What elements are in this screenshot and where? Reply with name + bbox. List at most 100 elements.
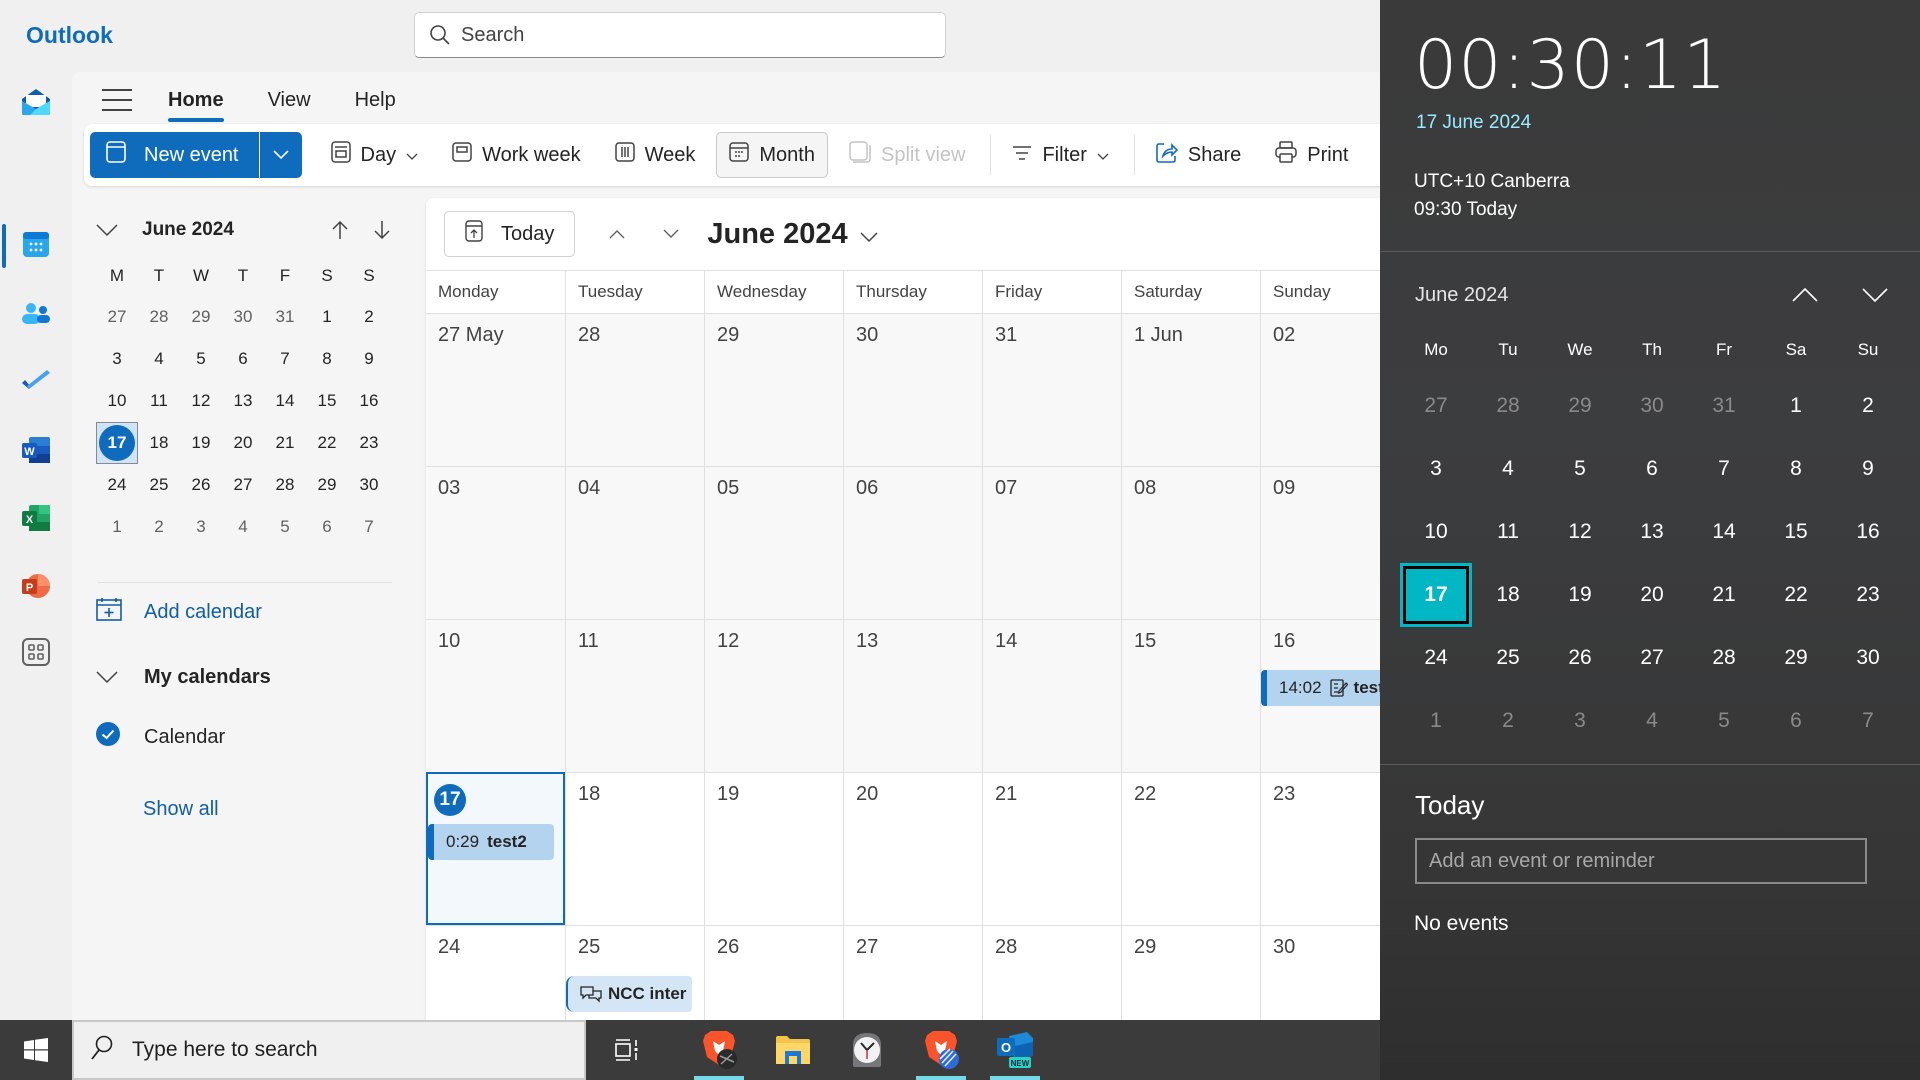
flyout-calendar-day[interactable]: 26: [1544, 626, 1616, 689]
powerpoint-app-icon[interactable]: P: [18, 568, 54, 604]
mini-calendar-day[interactable]: 8: [306, 338, 348, 380]
mini-calendar-day[interactable]: 2: [138, 506, 180, 548]
day-cell[interactable]: 20: [843, 772, 982, 925]
day-cell[interactable]: 1 Jun: [1121, 313, 1260, 466]
flyout-calendar-day[interactable]: 2: [1832, 374, 1904, 437]
day-cell[interactable]: 12: [704, 619, 843, 772]
day-cell[interactable]: 30: [1260, 925, 1386, 1020]
mini-calendar-day[interactable]: 16: [348, 380, 390, 422]
flyout-calendar-day[interactable]: 30: [1616, 374, 1688, 437]
day-cell[interactable]: 04: [565, 466, 704, 619]
day-cell[interactable]: 27 May: [426, 313, 565, 466]
flyout-calendar-day[interactable]: 20: [1616, 563, 1688, 626]
day-cell[interactable]: 14: [982, 619, 1121, 772]
flyout-calendar-day[interactable]: 1: [1400, 689, 1472, 752]
day-cell[interactable]: 24: [426, 925, 565, 1020]
add-calendar-link[interactable]: Add calendar: [96, 594, 262, 630]
taskbar-app-alarms-clock[interactable]: [836, 1020, 898, 1080]
day-cell[interactable]: 16 14:02 test: [1260, 619, 1386, 772]
day-cell[interactable]: 30: [843, 313, 982, 466]
day-cell[interactable]: 11: [565, 619, 704, 772]
taskbar-app-brave[interactable]: [688, 1020, 750, 1080]
show-all-link[interactable]: Show all: [143, 798, 219, 821]
day-cell[interactable]: 26: [704, 925, 843, 1020]
flyout-calendar-day[interactable]: 21: [1688, 563, 1760, 626]
day-cell[interactable]: 18: [565, 772, 704, 925]
week-view-button[interactable]: Week: [602, 132, 709, 178]
mini-calendar-day[interactable]: 7: [264, 338, 306, 380]
day-cell[interactable]: 22: [1121, 772, 1260, 925]
mini-calendar-day[interactable]: 19: [180, 422, 222, 464]
day-cell[interactable]: 21: [982, 772, 1121, 925]
flyout-calendar-day[interactable]: 18: [1472, 563, 1544, 626]
day-cell[interactable]: 31: [982, 313, 1121, 466]
day-cell[interactable]: 15: [1121, 619, 1260, 772]
task-view-button[interactable]: [596, 1020, 658, 1080]
day-cell[interactable]: 08: [1121, 466, 1260, 619]
my-calendars-header[interactable]: My calendars: [96, 666, 271, 689]
taskbar-app-outlook-new[interactable]: O NEW: [984, 1020, 1046, 1080]
previous-month-arrow-icon[interactable]: [326, 216, 354, 244]
month-title-picker[interactable]: June 2024: [707, 218, 878, 251]
calendar-list-item[interactable]: Calendar: [96, 722, 225, 752]
flyout-calendar-day[interactable]: 4: [1616, 689, 1688, 752]
mini-calendar-day[interactable]: 14: [264, 380, 306, 422]
flyout-calendar-day[interactable]: 2: [1472, 689, 1544, 752]
new-event-button[interactable]: New event: [90, 132, 260, 178]
day-view-button[interactable]: Day: [318, 132, 432, 178]
day-cell[interactable]: 23: [1260, 772, 1386, 925]
flyout-calendar-day[interactable]: 24: [1400, 626, 1472, 689]
month-view-button[interactable]: Month: [716, 132, 828, 178]
mini-calendar-day[interactable]: 28: [264, 464, 306, 506]
new-event-dropdown[interactable]: [260, 132, 302, 178]
taskbar-search-input[interactable]: [132, 1038, 528, 1062]
day-cell[interactable]: 29: [704, 313, 843, 466]
flyout-calendar-day[interactable]: 29: [1760, 626, 1832, 689]
mini-calendar-day[interactable]: 6: [306, 506, 348, 548]
mini-calendar-day[interactable]: 26: [180, 464, 222, 506]
mini-calendar-day[interactable]: 30: [348, 464, 390, 506]
flyout-calendar-day[interactable]: 29: [1544, 374, 1616, 437]
previous-month-button[interactable]: [597, 214, 637, 254]
flyout-calendar-day[interactable]: 25: [1472, 626, 1544, 689]
flyout-calendar-day[interactable]: 7: [1688, 437, 1760, 500]
people-app-icon[interactable]: [18, 296, 54, 332]
flyout-calendar-day[interactable]: 6: [1760, 689, 1832, 752]
add-event-input[interactable]: [1415, 838, 1867, 884]
day-cell[interactable]: 19: [704, 772, 843, 925]
flyout-calendar-day[interactable]: 23: [1832, 563, 1904, 626]
share-button[interactable]: Share: [1143, 132, 1254, 178]
day-cell[interactable]: 25 NCC inter: [565, 925, 704, 1020]
tab-home[interactable]: Home: [168, 89, 224, 122]
flyout-calendar-day[interactable]: 6: [1616, 437, 1688, 500]
taskbar-search-box[interactable]: [72, 1020, 586, 1080]
start-button[interactable]: [0, 1020, 72, 1080]
mini-calendar-day[interactable]: 21: [264, 422, 306, 464]
flyout-calendar-day[interactable]: 16: [1832, 500, 1904, 563]
mini-calendar-day[interactable]: 5: [180, 338, 222, 380]
next-month-button[interactable]: [651, 214, 691, 254]
flyout-calendar-day[interactable]: 1: [1760, 374, 1832, 437]
word-app-icon[interactable]: W: [18, 432, 54, 468]
day-cell[interactable]: 27: [843, 925, 982, 1020]
day-cell[interactable]: 05: [704, 466, 843, 619]
excel-app-icon[interactable]: X: [18, 500, 54, 536]
day-cell[interactable]: 28: [565, 313, 704, 466]
search-box[interactable]: [414, 12, 946, 58]
mini-calendar-day[interactable]: 7: [348, 506, 390, 548]
flyout-calendar-day[interactable]: 5: [1688, 689, 1760, 752]
mini-calendar-day[interactable]: 27: [222, 464, 264, 506]
mini-calendar-day[interactable]: 18: [138, 422, 180, 464]
day-cell[interactable]: 29: [1121, 925, 1260, 1020]
calendar-event[interactable]: NCC inter: [566, 976, 692, 1012]
mini-calendar-day[interactable]: 12: [180, 380, 222, 422]
print-button[interactable]: Print: [1262, 132, 1361, 178]
day-cell[interactable]: 10: [426, 619, 565, 772]
taskbar-app-brave-2[interactable]: [910, 1020, 972, 1080]
mini-calendar-day[interactable]: 2: [348, 296, 390, 338]
flyout-calendar-day[interactable]: 28: [1688, 626, 1760, 689]
mini-calendar-day[interactable]: 10: [96, 380, 138, 422]
tab-help[interactable]: Help: [355, 89, 396, 112]
mini-calendar-day[interactable]: 3: [96, 338, 138, 380]
day-cell[interactable]: 03: [426, 466, 565, 619]
